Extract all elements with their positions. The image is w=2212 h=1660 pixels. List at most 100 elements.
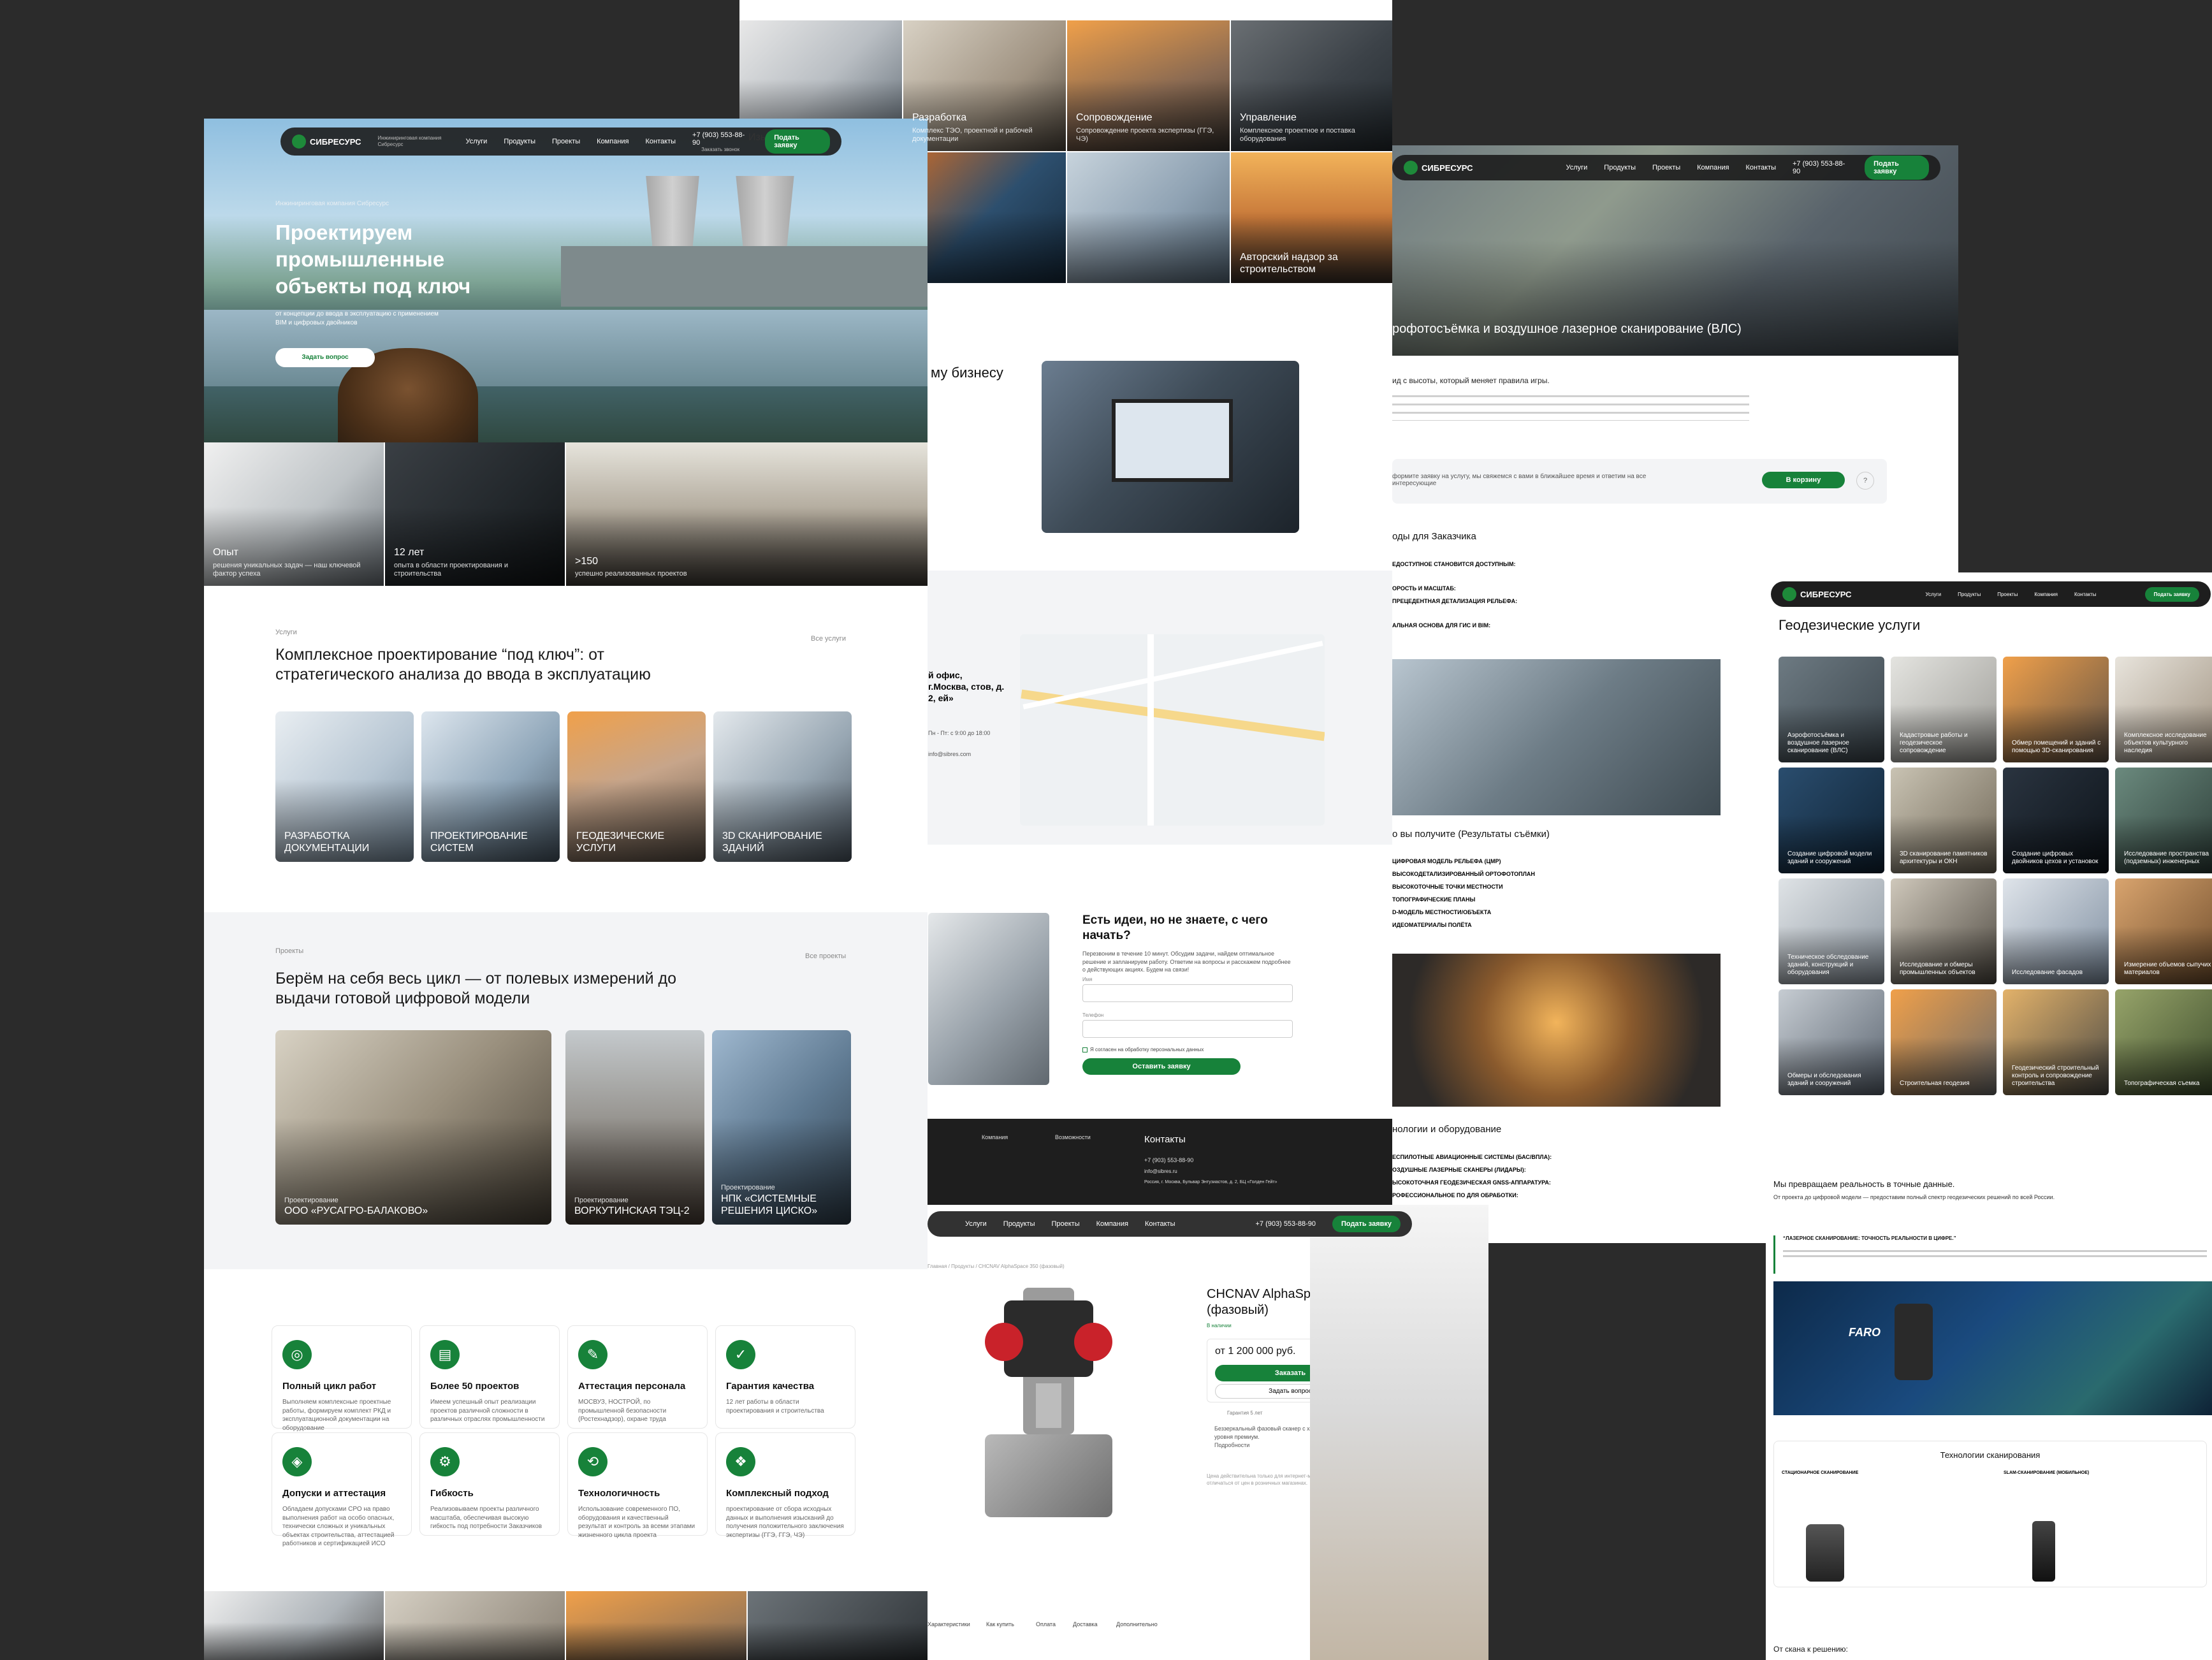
header-phone[interactable]: +7 (903) 553-88-90 [1793,160,1848,175]
header-cta-button[interactable]: Подать заявку [2144,586,2199,602]
tile-label: Комплексное исследование объектов культу… [2124,732,2207,754]
all-services-link[interactable]: Все услуги [811,635,846,643]
submit-request-button[interactable]: Оставить заявку [1082,1058,1241,1075]
all-projects-link[interactable]: Все проекты [805,952,846,960]
nav-contacts[interactable]: Контакты [1145,1220,1175,1228]
geodetic-service-tile[interactable]: Обмеры и обследования зданий и сооружени… [1779,989,1884,1095]
tile-management[interactable]: Управление Комплексное проектное и постав… [1231,20,1392,151]
map[interactable] [1020,634,1325,826]
geodetic-service-tile[interactable]: Строительная геодезия [1891,989,1997,1095]
callback-link[interactable]: Заказать звонок [701,147,739,152]
logo[interactable]: СИБРЕСУРС [1782,587,1851,601]
nav-company[interactable]: Компания [597,138,629,145]
nav-products[interactable]: Продукты [1604,164,1636,171]
logo-icon [1404,161,1418,175]
idea-text: Перезвоним в течение 10 минут. Обсудим з… [1082,950,1291,973]
tile-label: Техническое обследование зданий, констру… [1787,954,1869,976]
nav-company[interactable]: Компания [2034,592,2058,597]
name-field[interactable] [1082,984,1293,1002]
tile-label: Обмеры и обследования зданий и сооружени… [1787,1072,1861,1087]
nav-services[interactable]: Услуги [965,1220,987,1228]
footer-phone[interactable]: +7 (903) 553-88-90 [1144,1157,1193,1163]
nav-projects[interactable]: Проекты [1051,1220,1079,1228]
geodetic-service-tile[interactable]: Топографическая съемка [2115,989,2212,1095]
geodetic-service-tile[interactable]: Исследование фасадов [2003,878,2109,984]
footer-email[interactable]: info@sibres.ru [1144,1169,1177,1174]
nav-projects[interactable]: Проекты [1652,164,1680,171]
help-icon[interactable]: ? [1856,472,1874,490]
feature-text: 12 лет работы в области проектирования и… [726,1399,824,1415]
idea-photo [928,913,1049,1085]
logo[interactable]: СИБРЕСУРС [292,135,361,149]
bottom-photo-3 [566,1591,746,1660]
nav-projects[interactable]: Проекты [1997,592,2018,597]
footer-address: Россия, г. Москва, Бульвар Энтузиастов, … [1144,1180,1277,1184]
nav-contacts[interactable]: Контакты [1745,164,1776,171]
price: от 1 200 000 руб. [1215,1346,1296,1357]
geodetic-service-tile[interactable]: Измерение объемов сыпучих материалов [2115,878,2212,984]
tab-delivery[interactable]: Доставка [1073,1621,1098,1627]
logo[interactable]: СИБРЕСУРС [1404,161,1473,175]
geodetic-service-tile[interactable]: Техническое обследование зданий, констру… [1779,878,1884,984]
tile-development[interactable]: Разработка Комплекс ТЭО, проектной и рабо… [903,20,1066,151]
feature-title: Технологичность [578,1488,660,1499]
tab-additional[interactable]: Дополнительно [1116,1621,1158,1627]
nav-contacts[interactable]: Контакты [2074,592,2097,597]
header-cta-button[interactable]: Подать заявку [765,129,830,154]
hero-eyebrow: Инжиниринговая компания Сибресурс [275,200,389,207]
header-phone[interactable]: +7 (903) 553-88-90 [692,131,748,147]
tile-design-docs[interactable] [903,152,1066,283]
phone-field[interactable] [1082,1020,1293,1038]
tile-label: Кадастровые работы и геодезическое сопро… [1900,732,1968,754]
nav-projects[interactable]: Проекты [552,138,580,145]
faro-logo: FARO [1849,1326,1881,1339]
feature-card: ✎ Аттестация персонала МОСВУЗ, НОСТРОЙ, по… [567,1325,708,1429]
tile-supervision[interactable]: Авторский надзор за строительством [1231,152,1392,283]
more-link[interactable]: Подробности [1214,1442,1249,1448]
geodetic-service-tile[interactable]: 3D сканирование памятников архитектуры и… [1891,768,1997,873]
header-phone[interactable]: +7 (903) 553-88-90 [1255,1220,1315,1228]
nav-services[interactable]: Услуги [1925,592,1941,597]
tile-blueprints[interactable] [1067,152,1230,283]
geodetic-service-tile[interactable]: Кадастровые работы и геодезическое сопро… [1891,657,1997,762]
feature-title: Аттестация персонала [578,1381,686,1392]
panel-geodetic: СИБРЕСУРС Услуги Продукты Проекты Компан… [1766,572,2212,1660]
geodetic-service-tile[interactable]: Создание цифровых двойников цехов и уста… [2003,768,2109,873]
logo-icon [292,135,306,149]
tab-specs[interactable]: Характеристики [928,1621,970,1627]
results-title: о вы получите (Результаты съёмки) [1392,829,1550,840]
project-vorkuta[interactable]: Проектирование ВОРКУТИНСКАЯ ТЭЦ-2 [565,1030,704,1225]
tab-how-to-buy[interactable]: Как купить [986,1621,1014,1627]
service-systems[interactable]: ПРОЕКТИРОВАНИЕ СИСТЕМ [421,711,560,862]
geodetic-service-tile[interactable]: Геодезический строительный контроль и со… [2003,989,2109,1095]
geodetic-service-tile[interactable]: Обмер помещений и зданий с помощью 3D-ск… [2003,657,2109,762]
geodetic-service-tile[interactable]: Комплексное исследование объектов культу… [2115,657,2212,762]
tab-payment[interactable]: Оплата [1036,1621,1056,1627]
service-3d-scanning[interactable]: 3D СКАНИРОВАНИЕ ЗДАНИЙ [713,711,852,862]
nav-services[interactable]: Услуги [1566,164,1587,171]
projects-title: Берём на себя весь цикл — от полевых изм… [275,970,676,1008]
geodetic-service-tile[interactable]: Аэрофотосъёмка и воздушное лазерное скан… [1779,657,1884,762]
nav-contacts[interactable]: Контакты [646,138,676,145]
header-cta-button[interactable]: Подать заявку [1865,156,1929,180]
nav-products[interactable]: Продукты [1003,1220,1035,1228]
hero-ask-button[interactable]: Задать вопрос [275,348,375,367]
geodetic-service-tile[interactable]: Исследование пространства (подземных) ин… [2115,768,2212,873]
header-cta-button[interactable]: Подать заявку [1332,1216,1401,1232]
add-to-cart-button[interactable]: В корзину [1762,472,1845,488]
service-documentation[interactable]: РАЗРАБОТКА ДОКУМЕНТАЦИИ [275,711,414,862]
nav-products[interactable]: Продукты [1958,592,1981,597]
feature-text: Обладаем допусками СРО на право выполнен… [282,1506,395,1547]
nav-services[interactable]: Услуги [465,138,487,145]
tile-support[interactable]: Сопровождение Сопровождение проекта экспе… [1067,20,1230,151]
consent-checkbox[interactable]: Я согласен на обработку персональных дан… [1082,1047,1204,1052]
geodetic-service-tile[interactable]: Создание цифровой модели зданий и сооруж… [1779,768,1884,873]
project-cisco[interactable]: Проектирование НПК «СИСТЕМНЫЕ РЕШЕНИЯ ЦИС… [712,1030,851,1225]
nav-products[interactable]: Продукты [504,138,535,145]
geodetic-service-tile[interactable]: Исследование и обмеры промышленных объек… [1891,878,1997,984]
service-geodetic[interactable]: ГЕОДЕЗИЧЕСКИЕ УСЛУГИ [567,711,706,862]
breadcrumb[interactable]: Главная / Продукты / CHCNAV AlphaSpace 3… [928,1263,1065,1269]
nav-company[interactable]: Компания [1697,164,1729,171]
nav-company[interactable]: Компания [1096,1220,1128,1228]
project-rusagro[interactable]: Проектирование ООО «РУСАГРО-БАЛАКОВО» [275,1030,551,1225]
